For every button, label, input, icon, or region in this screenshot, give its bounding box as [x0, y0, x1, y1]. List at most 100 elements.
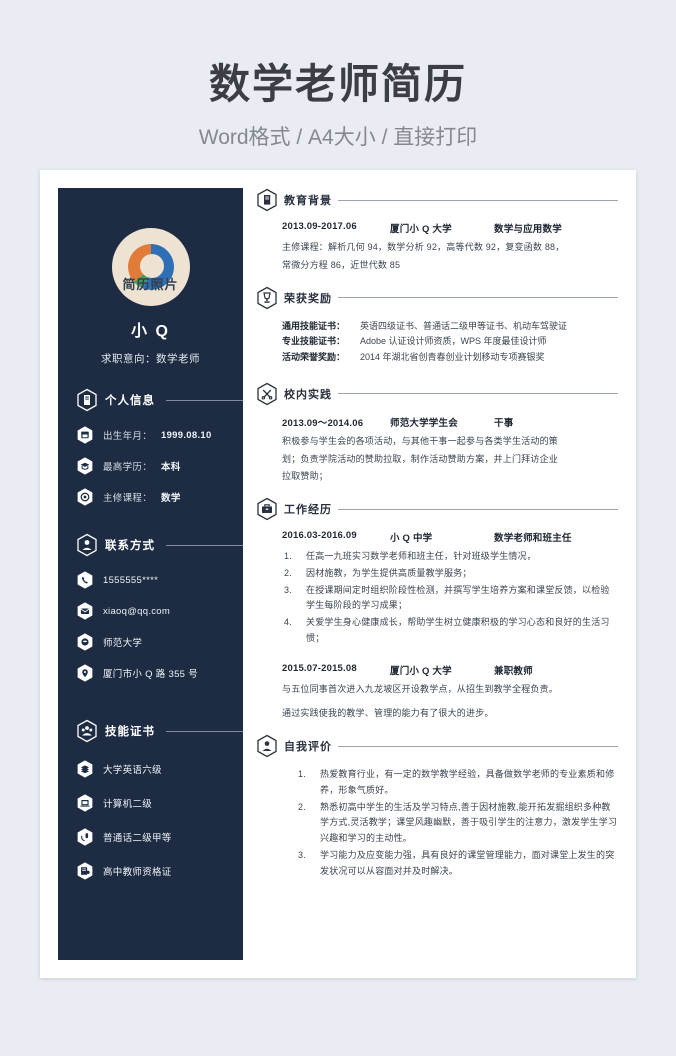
- section-self-evaluation: 自我评价 热爱教育行业，有一定的数学教学经验，具备做数学老师的专业素质和修养，形…: [256, 734, 618, 879]
- avatar: 简历照片: [111, 228, 190, 306]
- mail-icon: [77, 602, 93, 620]
- award-label: 活动荣誉奖励：: [282, 352, 346, 362]
- list-item: 出生年月： 1999.08.10: [76, 425, 243, 445]
- sidebar-section-header: 个人信息: [76, 388, 243, 412]
- section-body: 2016.03-2016.09 小 Q 中学 数学老师和班主任 任高一九班实习数…: [256, 530, 618, 722]
- resume-sidebar: 简历照片 小 Q 求职意向：数学老师 个人信息 出生年月： 1999.08.10…: [58, 188, 243, 960]
- list-item: 高中教师资格证: [76, 861, 243, 881]
- row-label: 最高学历：: [103, 462, 153, 473]
- gear-icon: [77, 488, 93, 506]
- row-value: 普通话二级甲等: [103, 833, 172, 844]
- photo-placeholder: [111, 228, 190, 306]
- list-item: 1555555****: [76, 570, 243, 590]
- user-badge-icon: [257, 734, 277, 758]
- award-label: 通用技能证书：: [282, 320, 346, 331]
- section-education: 教育背景 2013.09-2017.06 厦门小 Q 大学 数学与应用数学 主修…: [256, 188, 618, 274]
- entry-paragraph: 通过实践使我的教学、管理的能力有了很大的进步。: [282, 708, 494, 719]
- sidebar-section-skills: 技能证书 大学英语六级 计算机二级 普通话二级甲等 高中教师资格证: [58, 719, 243, 881]
- entry-date: 2013.09-2017.06: [282, 221, 357, 232]
- self-eval-list: 热爱教育行业，有一定的数学教学经验，具备做数学老师的专业素质和修养，形象气质好。…: [296, 767, 618, 879]
- award-row: 专业技能证书： Adobe 认证设计师资质，WPS 年度最佳设计师: [282, 334, 618, 350]
- list-item: 在授课期间定时组织阶段性检测，并撰写学生培养方案和课堂反馈，以检验学生每阶段的学…: [284, 583, 610, 611]
- books-icon: [77, 760, 93, 778]
- divider: [338, 199, 618, 201]
- entry-org: 厦门小 Q 大学: [390, 224, 452, 235]
- entry-org: 厦门小 Q 大学: [390, 665, 452, 677]
- list-item: 学习能力及应变能力强，具有良好的课堂管理能力，面对课堂上发生的突发状况可以从容面…: [298, 848, 615, 876]
- entry-date: 2013.09～2014.06: [282, 417, 364, 429]
- list-item: 因材施教，为学生提供高质量教学服务；: [284, 566, 472, 582]
- graduation-cap-icon: [77, 457, 93, 475]
- section-awards: 荣获奖励 通用技能证书： 英语四级证书、普通话二级甲等证书、机动车驾驶证 专业技…: [256, 286, 618, 366]
- sidebar-section-header: 技能证书: [76, 719, 243, 743]
- people-icon: [77, 719, 97, 743]
- section-header: 校内实践: [256, 382, 618, 406]
- photo-label: 简历照片: [122, 277, 179, 292]
- row-label: 出生年月：: [103, 431, 153, 442]
- entry-org: 小 Q 中学: [390, 533, 433, 544]
- section-header: 教育背景: [256, 188, 618, 212]
- row-value: 师范大学: [103, 638, 143, 649]
- sidebar-rows: 1555555**** xiaoq@qq.com 师范大学 厦门市小 Q 路 3…: [76, 570, 243, 683]
- divider: [166, 544, 243, 546]
- person-icon: [77, 533, 97, 557]
- work-duties-list: 任高一九班实习数学老师和班主任，针对班级学生情况， 因材施教，为学生提供高质量教…: [282, 549, 618, 647]
- resume-content: 教育背景 2013.09-2017.06 厦门小 Q 大学 数学与应用数学 主修…: [256, 188, 618, 880]
- list-item: 关爱学生身心健康成长，帮助学生树立健康积极的学习心态和良好的生活习惯；: [284, 615, 610, 643]
- page-header: 数学老师简历 Word格式 / A4大小 / 直接打印: [0, 0, 676, 151]
- row-value: 厦门市小 Q 路 355 号: [103, 669, 198, 680]
- row-value: 高中教师资格证: [103, 867, 172, 878]
- sidebar-section-header: 联系方式: [76, 533, 243, 557]
- entry-date: 2016.03-2016.09: [282, 530, 357, 541]
- divider: [338, 393, 618, 395]
- tools-icon: [257, 382, 277, 405]
- candidate-name: 小 Q: [131, 323, 170, 340]
- award-value: 英语四级证书、普通话二级甲等证书、机动车驾驶证: [360, 320, 568, 331]
- entry-header: 2016.03-2016.09 小 Q 中学 数学老师和班主任: [282, 530, 618, 544]
- sidebar-rows: 出生年月： 1999.08.10 最高学历： 本科 主修课程： 数学: [76, 425, 243, 507]
- section-title: 教育背景: [284, 195, 332, 207]
- award-value: 2014 年湖北省创青春创业计划移动专项赛银奖: [360, 352, 545, 362]
- certificate-icon: [77, 862, 93, 880]
- entry-role: 兼职教师: [494, 665, 533, 677]
- row-value: 1999.08.10: [161, 429, 212, 441]
- list-item: 普通话二级甲等: [76, 827, 243, 847]
- document-icon: [257, 188, 277, 212]
- job-objective: 求职意向：数学老师: [101, 353, 200, 365]
- entry-line: 拉取赞助；: [282, 471, 329, 482]
- entry-header: 2013.09-2017.06 厦门小 Q 大学 数学与应用数学: [282, 221, 618, 235]
- microphone-icon: [77, 828, 93, 846]
- section-title: 自我评价: [284, 741, 332, 753]
- section-title: 校内实践: [284, 388, 332, 401]
- section-title: 荣获奖励: [284, 292, 332, 305]
- list-item: 计算机二级: [76, 793, 243, 813]
- section-header: 自我评价: [256, 734, 618, 758]
- divider: [338, 297, 618, 298]
- section-body: 2013.09～2014.06 师范大学学生会 干事 积极参与学生会的各项活动，…: [256, 415, 618, 485]
- list-item: xiaoq@qq.com: [76, 601, 243, 621]
- row-value: 大学英语六级: [103, 765, 162, 776]
- row-value: xiaoq@qq.com: [103, 605, 171, 617]
- document-icon: [77, 388, 97, 412]
- list-item: 熟悉初高中学生的生活及学习特点,善于因材施教,能开拓发掘组织多种教学方式,灵活教…: [298, 800, 618, 844]
- location-pin-icon: [77, 664, 93, 682]
- sidebar-section-personal-info: 个人信息 出生年月： 1999.08.10 最高学历： 本科 主修课程： 数学: [58, 388, 243, 507]
- list-item: 师范大学: [76, 632, 243, 652]
- entry-org: 师范大学学生会: [390, 417, 458, 429]
- section-body: 热爱教育行业，有一定的数学教学经验，具备做数学老师的专业素质和修养，形象气质好。…: [256, 767, 618, 879]
- entry-date: 2015.07-2015.08: [282, 662, 357, 674]
- list-item: 主修课程： 数学: [76, 487, 243, 507]
- laptop-icon: [77, 794, 93, 812]
- sidebar-section-contact: 联系方式 1555555**** xiaoq@qq.com 师范大学 厦门市小 …: [58, 533, 243, 683]
- row-value: 1555555****: [103, 574, 159, 586]
- entry-line: 划；负责学院活动的赞助拉取，制作活动赞助方案，并上门拜访企业: [282, 453, 559, 464]
- award-row: 通用技能证书： 英语四级证书、普通话二级甲等证书、机动车驾驶证: [282, 319, 618, 335]
- list-item: 厦门市小 Q 路 355 号: [76, 663, 243, 683]
- row-label: 主修课程：: [103, 493, 153, 504]
- award-value: Adobe 认证设计师资质，WPS 年度最佳设计师: [360, 336, 547, 347]
- row-value: 本科: [161, 462, 181, 473]
- sidebar-section-title: 联系方式: [105, 540, 155, 552]
- resume-sheet: 简历照片 小 Q 求职意向：数学老师 个人信息 出生年月： 1999.08.10…: [40, 170, 636, 978]
- list-item: 热爱教育行业，有一定的数学教学经验，具备做数学老师的专业素质和修养，形象气质好。: [298, 767, 615, 795]
- briefcase-icon: [257, 497, 277, 521]
